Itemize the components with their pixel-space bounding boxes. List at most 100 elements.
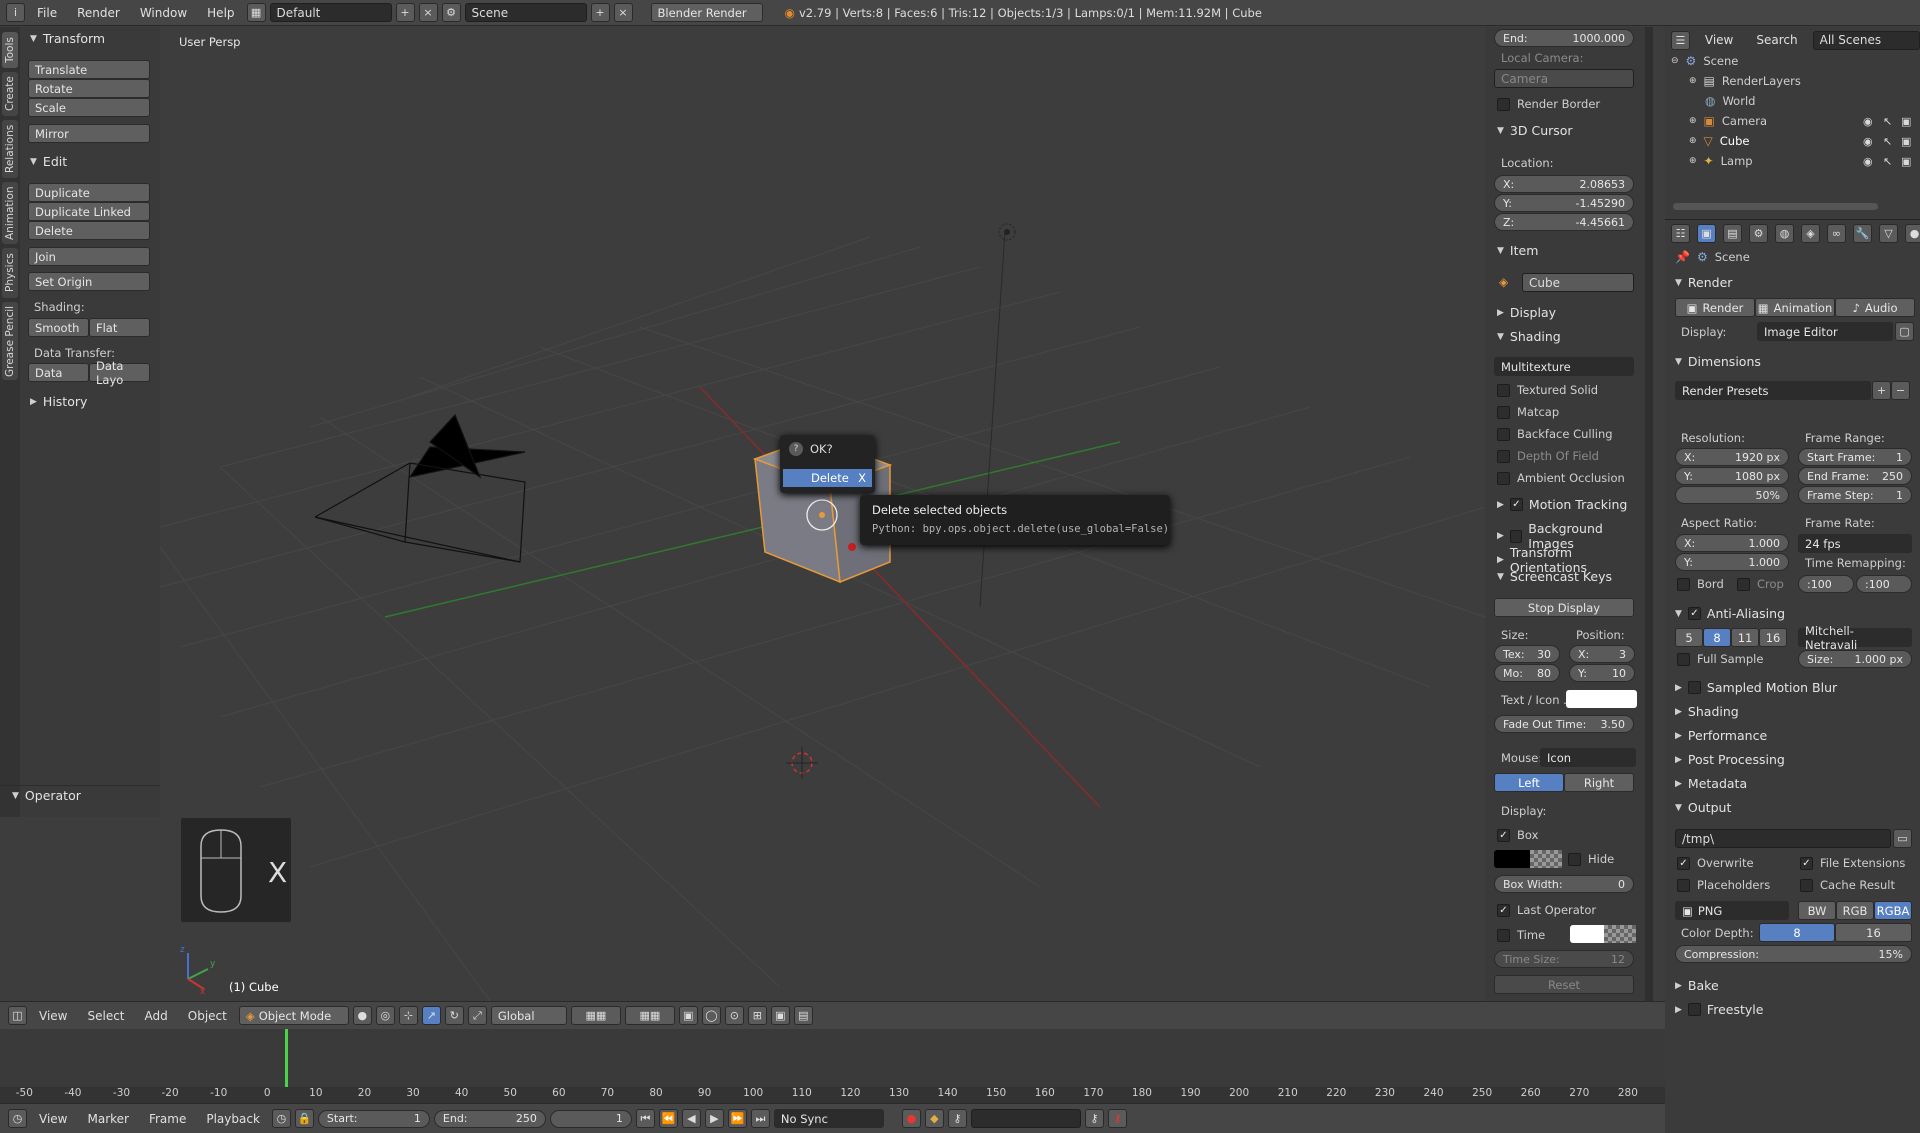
- freestyle-header[interactable]: ▶ Freestyle: [1675, 1002, 1763, 1017]
- aa-samples-8[interactable]: 8: [1703, 628, 1731, 647]
- layout-icon[interactable]: ▦: [246, 3, 266, 22]
- screencast-keys-header[interactable]: ▼ Screencast Keys: [1497, 569, 1612, 584]
- rotate-button[interactable]: Rotate: [28, 79, 150, 98]
- tex-size-field[interactable]: Tex: 30: [1494, 645, 1560, 663]
- current-frame-field[interactable]: 1: [549, 1109, 632, 1128]
- jump-start-icon[interactable]: ⏮: [635, 1109, 655, 1128]
- modifiers-tab-icon[interactable]: 🔧: [1853, 223, 1872, 243]
- aa-filter-select[interactable]: Mitchell-Netravali: [1798, 624, 1912, 652]
- add-layout-icon[interactable]: +: [395, 3, 415, 22]
- render-toggle-icon[interactable]: ▣: [1901, 135, 1911, 148]
- playback-menu[interactable]: Playback: [198, 1112, 268, 1126]
- hide-checkbox[interactable]: Hide: [1568, 852, 1614, 866]
- manipulator-toggle-icon[interactable]: ⊹: [398, 1006, 418, 1025]
- timeline-editor-icon[interactable]: ◷: [8, 1109, 27, 1128]
- position-y-field[interactable]: Y: 10: [1569, 664, 1635, 682]
- end-field[interactable]: End: 1000.000: [1494, 29, 1634, 47]
- aa-samples-16[interactable]: 16: [1759, 628, 1787, 647]
- performance-header[interactable]: ▶ Performance: [1675, 728, 1767, 743]
- time-size-field[interactable]: Time Size: 12: [1494, 950, 1634, 968]
- item-header[interactable]: ▼ Item: [1497, 243, 1538, 258]
- delete-button[interactable]: Delete: [28, 221, 150, 240]
- compression-field[interactable]: Compression: 15%: [1675, 945, 1912, 963]
- metadata-header[interactable]: ▶ Metadata: [1675, 776, 1747, 791]
- render-toggle-icon[interactable]: ▣: [1901, 155, 1911, 168]
- keying-set-select-icon[interactable]: ⚷: [947, 1109, 967, 1128]
- item-name-field[interactable]: Cube: [1522, 273, 1634, 292]
- properties-editor-icon[interactable]: ☷: [1671, 223, 1690, 243]
- cache-result-checkbox[interactable]: Cache Result: [1800, 878, 1895, 892]
- cursor-select-icon[interactable]: ↖: [1883, 155, 1892, 168]
- proportional-edit-icon[interactable]: ◯: [701, 1006, 721, 1025]
- rgba-button[interactable]: RGBA: [1874, 901, 1912, 920]
- outliner-renderlayers[interactable]: ⊕ ▤ RenderLayers: [1689, 74, 1801, 88]
- bw-button[interactable]: BW: [1798, 901, 1836, 920]
- rgb-button[interactable]: RGB: [1836, 901, 1874, 920]
- menu-file[interactable]: File: [29, 6, 65, 20]
- outliner-search-menu[interactable]: Search: [1748, 33, 1805, 47]
- outliner-display-select[interactable]: All Scenes: [1812, 30, 1920, 50]
- aa-samples-5[interactable]: 5: [1675, 628, 1703, 647]
- constraints-tab-icon[interactable]: ∞: [1827, 223, 1846, 243]
- window-icon[interactable]: ▢: [1895, 322, 1914, 341]
- resolution-x-field[interactable]: X: 1920 px: [1675, 448, 1789, 466]
- time-checkbox[interactable]: Time: [1497, 928, 1545, 942]
- full-sample-checkbox[interactable]: Full Sample: [1677, 652, 1763, 666]
- position-x-field[interactable]: X: 3: [1569, 645, 1635, 663]
- mirror-button[interactable]: Mirror: [28, 124, 150, 143]
- translate-button[interactable]: Translate: [28, 60, 150, 79]
- display-header[interactable]: ▶ Display: [1497, 305, 1556, 320]
- pivot-point-icon[interactable]: ◎: [375, 1006, 395, 1025]
- resolution-percentage-field[interactable]: 50%: [1675, 486, 1789, 504]
- render-toggle-icon[interactable]: ▣: [1901, 115, 1911, 128]
- layers-grid-icon[interactable]: ▦▦: [624, 1006, 675, 1025]
- aspect-x-field[interactable]: X: 1.000: [1675, 534, 1789, 552]
- snap-icon[interactable]: ⊙: [724, 1006, 744, 1025]
- duplicate-button[interactable]: Duplicate: [28, 183, 150, 202]
- output-header[interactable]: ▼ Output: [1675, 800, 1731, 815]
- timeline[interactable]: -50 -40 -30 -20 -10 0 10 20 30 40 50 60 70 80 90 100 110…: [0, 1029, 1665, 1103]
- outliner-lamp[interactable]: ⊕ ✦ Lamp: [1689, 154, 1753, 168]
- box-width-field[interactable]: Box Width: 0: [1494, 875, 1634, 893]
- aa-size-field[interactable]: Size: 1.000 px: [1798, 650, 1912, 668]
- eye-icon[interactable]: ◉: [1863, 135, 1873, 148]
- render-tab-icon[interactable]: ▣: [1697, 223, 1716, 243]
- aa-samples-11[interactable]: 11: [1731, 628, 1759, 647]
- render-image-button[interactable]: ▣ Render: [1675, 298, 1755, 317]
- box-checkbox[interactable]: ✓ Box: [1497, 828, 1538, 842]
- cursor-select-icon[interactable]: ↖: [1883, 135, 1892, 148]
- color-depth-8[interactable]: 8: [1759, 923, 1835, 942]
- start-frame-field[interactable]: Start Frame: 1: [1798, 448, 1912, 466]
- timeline-view-menu[interactable]: View: [31, 1112, 75, 1126]
- render-engine-select[interactable]: Blender Render: [650, 3, 763, 22]
- color-depth-16[interactable]: 16: [1835, 923, 1912, 942]
- tab-relations[interactable]: Relations: [2, 120, 18, 178]
- reset-button[interactable]: Reset: [1494, 975, 1634, 994]
- keying-set-icon[interactable]: ◆: [924, 1109, 944, 1128]
- crop-checkbox[interactable]: Crop: [1737, 577, 1784, 591]
- depth-of-field-checkbox[interactable]: Depth Of Field: [1497, 449, 1599, 463]
- jump-keyframe-forward-icon[interactable]: ⏩: [727, 1109, 747, 1128]
- backface-culling-checkbox[interactable]: Backface Culling: [1497, 427, 1613, 441]
- duplicate-linked-button[interactable]: Duplicate Linked: [28, 202, 150, 221]
- preview-range-icon[interactable]: ◷: [271, 1109, 291, 1128]
- mouse-mode-select[interactable]: Icon: [1540, 748, 1636, 767]
- delete-keyframe-icon[interactable]: ⚷: [1107, 1109, 1127, 1128]
- resolution-y-field[interactable]: Y: 1080 px: [1675, 467, 1789, 485]
- render-audio-button[interactable]: ♪ Audio: [1835, 298, 1915, 317]
- menu-help[interactable]: Help: [199, 6, 242, 20]
- remap-old-field[interactable]: :100: [1798, 575, 1854, 593]
- 3d-viewport[interactable]: User Persp z y x (1) Cube X ? OK? Delete X…: [160, 27, 1485, 1015]
- scene-icon[interactable]: ⚙: [441, 3, 461, 22]
- cursor-x-field[interactable]: X: 2.08653: [1494, 175, 1634, 193]
- add-preset-icon[interactable]: +: [1872, 381, 1891, 400]
- viewport-shading-icon[interactable]: ●: [352, 1006, 372, 1025]
- menu-view[interactable]: View: [31, 1009, 75, 1023]
- menu-object[interactable]: Object: [180, 1009, 235, 1023]
- 3d-cursor-header[interactable]: ▼ 3D Cursor: [1497, 123, 1573, 138]
- frame-step-field[interactable]: Frame Step: 1: [1798, 486, 1912, 504]
- border-checkbox[interactable]: Bord: [1677, 577, 1724, 591]
- rotate-manipulator-icon[interactable]: ↻: [444, 1006, 464, 1025]
- start-field[interactable]: Start: 1: [317, 1109, 430, 1128]
- tab-physics[interactable]: Physics: [2, 248, 18, 298]
